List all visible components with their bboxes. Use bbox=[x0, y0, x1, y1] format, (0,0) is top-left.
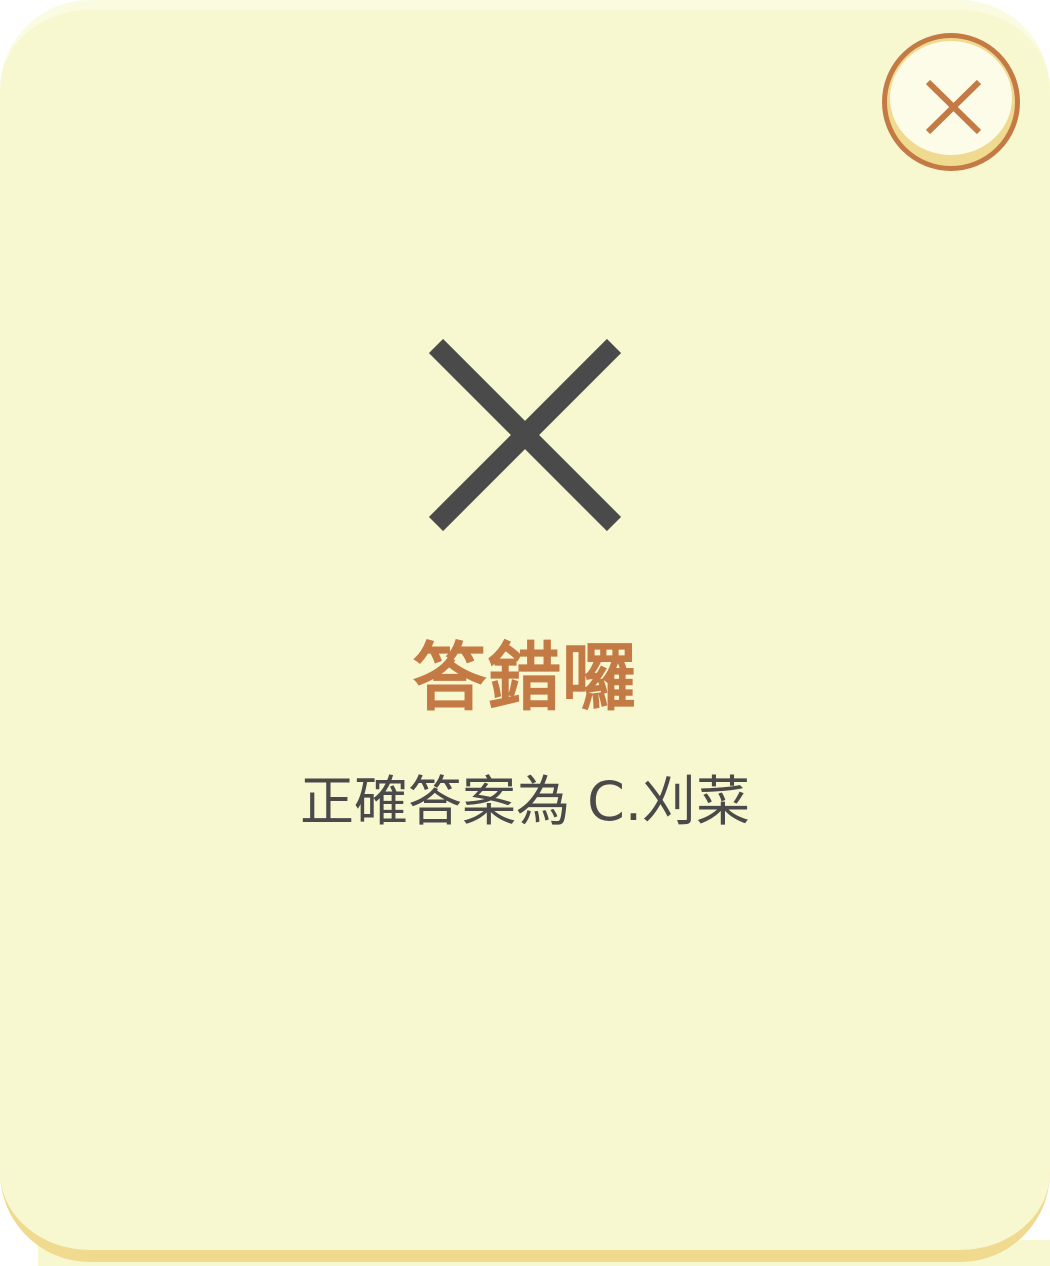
close-icon bbox=[925, 79, 982, 135]
wrong-answer-x-icon bbox=[429, 339, 621, 531]
close-button[interactable] bbox=[882, 33, 1020, 171]
correct-answer-text: 正確答案為 C.刈菜 bbox=[299, 770, 751, 833]
result-page: 答錯囉 正確答案為 C.刈菜 bbox=[0, 0, 1050, 1266]
result-title: 答錯囉 bbox=[412, 635, 638, 721]
